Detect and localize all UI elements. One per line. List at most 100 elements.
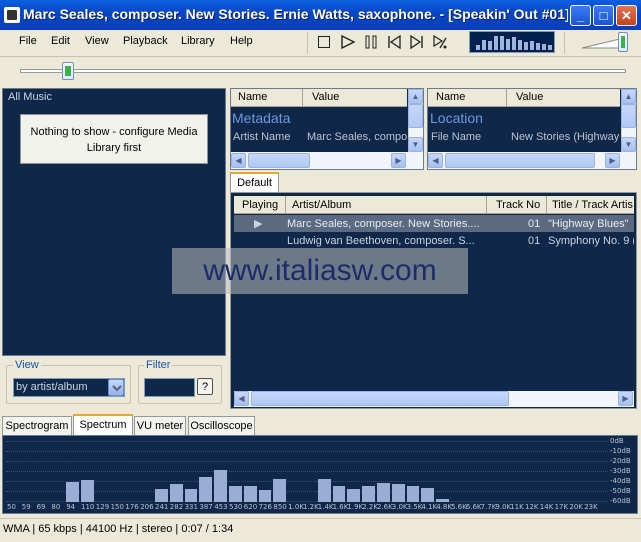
frequency-label: 850 <box>273 503 287 511</box>
column-divider <box>546 196 547 214</box>
frequency-label: 9.0K <box>495 503 512 511</box>
spectrum-bar <box>169 484 183 502</box>
metadata-hscroll-thumb[interactable] <box>248 153 310 168</box>
playlist-col-title[interactable]: Title / Track Artis <box>552 199 634 211</box>
frequency-label: 3.0K <box>391 503 408 511</box>
location-scroll-down[interactable]: ▼ <box>621 137 636 152</box>
location-row-name[interactable]: File Name <box>431 131 505 143</box>
location-vscroll-thumb[interactable] <box>621 104 636 128</box>
library-root-label[interactable]: All Music <box>8 91 52 103</box>
menu-view[interactable]: View <box>85 35 109 49</box>
spectrum-bar <box>377 483 390 502</box>
spectrum-bar <box>199 477 213 502</box>
spectrum-bar <box>332 486 346 502</box>
filter-help-button[interactable]: ? <box>197 378 213 395</box>
frequency-label: 3.5K <box>406 503 423 511</box>
metadata-row-value[interactable]: Marc Seales, compos <box>307 131 407 143</box>
tab-spectrogram[interactable]: Spectrogram <box>2 416 72 435</box>
column-divider <box>302 89 303 107</box>
random-button[interactable] <box>432 34 448 50</box>
chevron-left-icon: ◀ <box>235 156 242 165</box>
column-divider <box>506 89 507 107</box>
status-text: WMA | 65 kbps | 44100 Hz | stereo | 0:07… <box>3 523 234 535</box>
location-scroll-left[interactable]: ◀ <box>428 153 443 168</box>
db-gridline <box>6 461 608 462</box>
stop-button[interactable] <box>318 36 330 48</box>
filter-input[interactable] <box>144 378 195 397</box>
playlist-scroll-left[interactable]: ◀ <box>234 391 249 406</box>
frequency-label: 1.6K <box>332 503 349 511</box>
playlist-scroll-right[interactable]: ▶ <box>618 391 633 406</box>
metadata-scroll-up[interactable]: ▲ <box>408 89 423 104</box>
menu-library[interactable]: Library <box>181 35 215 49</box>
menu-playback[interactable]: Playback <box>123 35 168 49</box>
frequency-label: 17K <box>554 503 569 511</box>
pause-button[interactable] <box>363 34 379 50</box>
next-button[interactable] <box>409 34 425 50</box>
close-button[interactable]: ✕ <box>616 5 637 26</box>
metadata-scroll-right[interactable]: ▶ <box>391 153 406 168</box>
frequency-label: 176 <box>125 503 139 511</box>
maximize-button[interactable]: □ <box>593 5 614 26</box>
metadata-scroll-left[interactable]: ◀ <box>231 153 246 168</box>
metadata-col-name[interactable]: Name <box>238 91 267 103</box>
playlist-col-artist[interactable]: Artist/Album <box>292 199 351 211</box>
tab-vu-meter[interactable]: VU meter <box>134 416 186 435</box>
playlist-row-artist[interactable]: Ludwig van Beethoven, composer. S... <box>287 235 482 247</box>
spectrum-bar <box>362 486 375 502</box>
frequency-label: 20K <box>569 503 583 511</box>
spectrum-bar <box>273 479 287 502</box>
playlist-row-artist[interactable]: Marc Seales, composer. New Stories.... <box>287 218 482 230</box>
location-hscroll-thumb[interactable] <box>445 153 595 168</box>
seek-track[interactable] <box>20 69 626 73</box>
metadata-row-name[interactable]: Artist Name <box>233 131 303 143</box>
play-button[interactable] <box>340 34 356 50</box>
frequency-label: 387 <box>199 503 213 511</box>
play-icon <box>341 34 356 50</box>
menu-help[interactable]: Help <box>230 35 253 49</box>
frequency-label: 206 <box>140 503 154 511</box>
frequency-label: 726 <box>258 503 272 511</box>
playlist-hscroll-thumb[interactable] <box>251 391 509 406</box>
mini-spectrum-bar <box>530 41 534 50</box>
seek-thumb[interactable] <box>62 62 74 80</box>
location-scroll-right[interactable]: ▶ <box>605 153 620 168</box>
metadata-scroll-down[interactable]: ▼ <box>408 137 423 152</box>
db-label: -20dB <box>610 457 631 465</box>
frequency-label: 1.0K <box>288 503 304 511</box>
metadata-vscroll-thumb[interactable] <box>408 104 423 128</box>
mini-spectrum-bar <box>494 36 498 50</box>
playlist-row-title[interactable]: "Highway Blues" <box>548 218 634 230</box>
frequency-label: 4.8K <box>436 503 452 511</box>
frequency-label: 59 <box>21 503 31 511</box>
tab-oscilloscope[interactable]: Oscilloscope <box>188 416 255 435</box>
location-col-name[interactable]: Name <box>436 91 465 103</box>
location-scroll-up[interactable]: ▲ <box>621 89 636 104</box>
playlist-col-playing[interactable]: Playing <box>242 199 278 211</box>
previous-button[interactable] <box>386 34 402 50</box>
mini-spectrum-bar <box>512 37 516 50</box>
location-row-value[interactable]: New Stories (Highway <box>511 131 621 143</box>
playlist-col-track[interactable]: Track No <box>496 199 540 211</box>
menu-edit[interactable]: Edit <box>51 35 70 49</box>
column-divider <box>285 196 286 214</box>
mini-spectrum-display[interactable] <box>469 31 555 53</box>
menu-file[interactable]: File <box>19 35 37 49</box>
playlist-row-title[interactable]: Symphony No. 9 ( <box>548 235 634 247</box>
frequency-label: 331 <box>184 503 198 511</box>
app-icon[interactable] <box>4 7 20 23</box>
chevron-down-icon: ▼ <box>624 140 633 149</box>
tab-default[interactable]: Default <box>230 172 279 193</box>
minimize-button[interactable]: _ <box>570 5 591 26</box>
volume-thumb[interactable] <box>618 32 628 52</box>
location-col-value[interactable]: Value <box>516 91 543 103</box>
metadata-col-value[interactable]: Value <box>312 91 339 103</box>
playlist-row-track[interactable]: 01 <box>528 218 540 230</box>
view-select-value: by artist/album <box>16 381 88 393</box>
playlist-row-track[interactable]: 01 <box>528 235 540 247</box>
tab-spectrum[interactable]: Spectrum <box>73 414 133 435</box>
frequency-label: 2.2K <box>362 503 378 511</box>
spectrum-bar <box>406 486 420 502</box>
spectrum-bar <box>184 489 198 502</box>
view-dropdown-button[interactable] <box>108 379 124 396</box>
